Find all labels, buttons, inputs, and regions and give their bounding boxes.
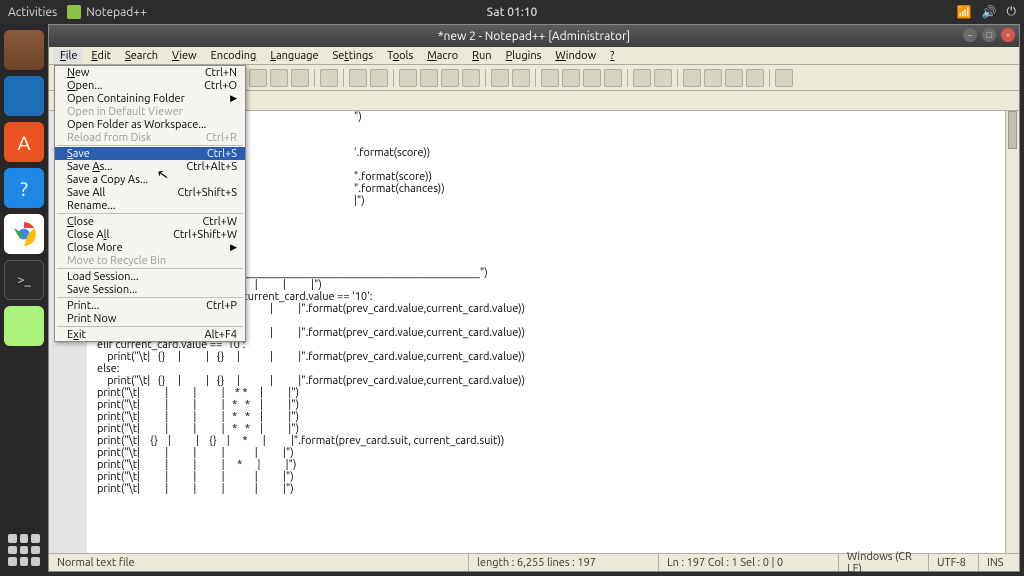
desktop-top-panel: Activities Notepad++ Sat 01:10 📶 🔊 ⏻ — [0, 0, 1024, 24]
menu-encoding[interactable]: Encoding — [205, 49, 263, 63]
status-pos: Ln : 197 Col : 1 Sel : 0 | 0 — [659, 554, 839, 571]
launcher-software[interactable]: A — [4, 122, 44, 162]
menu-edit[interactable]: Edit — [85, 49, 117, 63]
toolbar-btn[interactable] — [491, 69, 509, 87]
file-menu-item: Reload from DiskCtrl+R — [55, 131, 245, 144]
toolbar-btn[interactable] — [249, 69, 267, 87]
toolbar-btn[interactable] — [633, 69, 651, 87]
toolbar-sep — [393, 69, 394, 87]
file-menu-item[interactable]: CloseCtrl+W — [55, 215, 245, 228]
close-button[interactable]: × — [1001, 28, 1015, 42]
file-menu-dropdown: NewCtrl+NOpen...Ctrl+OOpen Containing Fo… — [54, 65, 246, 342]
status-encoding[interactable]: UTF-8 — [929, 554, 979, 571]
status-eol[interactable]: Windows (CR LF) — [839, 554, 929, 571]
menu-language[interactable]: Language — [264, 49, 324, 63]
toolbar-sep — [677, 69, 678, 87]
window-title: *new 2 - Notepad++ [Administrator] — [438, 30, 630, 43]
file-menu-item[interactable]: Rename... — [55, 199, 245, 212]
menubar: File Edit Search View Encoding Language … — [49, 47, 1019, 65]
toolbar-btn[interactable] — [512, 69, 530, 87]
toolbar-btn[interactable] — [420, 69, 438, 87]
status-length: length : 6,255 lines : 197 — [469, 554, 659, 571]
file-menu-item[interactable]: Save a Copy As... — [55, 173, 245, 186]
file-menu-item[interactable]: Save Session... — [55, 283, 245, 296]
titlebar[interactable]: *new 2 - Notepad++ [Administrator] − □ × — [49, 25, 1019, 47]
file-menu-item[interactable]: Save As...Ctrl+Alt+S — [55, 160, 245, 173]
toolbar-btn[interactable] — [583, 69, 601, 87]
file-menu-item[interactable]: NewCtrl+N — [55, 66, 245, 79]
toolbar-btn[interactable] — [370, 69, 388, 87]
statusbar: Normal text file length : 6,255 lines : … — [49, 553, 1019, 571]
minimize-button[interactable]: − — [963, 28, 977, 42]
launcher-chrome[interactable] — [4, 214, 44, 254]
toolbar-btn[interactable] — [746, 69, 764, 87]
menu-search[interactable]: Search — [119, 49, 164, 63]
file-menu-item[interactable]: Save AllCtrl+Shift+S — [55, 186, 245, 199]
maximize-button[interactable]: □ — [982, 28, 996, 42]
launcher-show-apps[interactable] — [8, 534, 40, 566]
toolbar-btn[interactable] — [320, 69, 338, 87]
file-menu-item[interactable]: ExitAlt+F4 — [55, 328, 245, 341]
file-menu-item[interactable]: Print...Ctrl+P — [55, 299, 245, 312]
menu-run[interactable]: Run — [466, 49, 497, 63]
file-menu-item[interactable]: Close AllCtrl+Shift+W — [55, 228, 245, 241]
activities-button[interactable]: Activities — [8, 6, 57, 19]
launcher-dock: A ? >_ — [0, 24, 48, 576]
network-icon[interactable]: 📶 — [957, 5, 972, 19]
toolbar-sep — [627, 69, 628, 87]
scrollbar-thumb[interactable] — [1008, 111, 1017, 149]
toolbar-btn[interactable] — [683, 69, 701, 87]
toolbar-btn[interactable] — [541, 69, 559, 87]
menu-file[interactable]: File — [54, 49, 83, 63]
launcher-help[interactable]: ? — [4, 168, 44, 208]
toolbar-btn[interactable] — [399, 69, 417, 87]
toolbar-sep — [343, 69, 344, 87]
toolbar-btn[interactable] — [349, 69, 367, 87]
menu-help[interactable]: ? — [604, 49, 620, 63]
toolbar-sep — [769, 69, 770, 87]
toolbar-sep — [535, 69, 536, 87]
toolbar-btn[interactable] — [441, 69, 459, 87]
notepadpp-window: *new 2 - Notepad++ [Administrator] − □ ×… — [48, 24, 1020, 572]
notepadpp-icon — [67, 5, 81, 19]
file-menu-item[interactable]: Close More▶ — [55, 241, 245, 254]
file-menu-item[interactable]: Open Containing Folder▶ — [55, 92, 245, 105]
toolbar-btn[interactable] — [291, 69, 309, 87]
file-menu-item: Move to Recycle Bin — [55, 254, 245, 267]
toolbar-btn[interactable] — [775, 69, 793, 87]
file-menu-item[interactable]: Load Session... — [55, 270, 245, 283]
toolbar-btn[interactable] — [462, 69, 480, 87]
menu-plugins[interactable]: Plugins — [500, 49, 548, 63]
file-menu-item[interactable]: Print Now — [55, 312, 245, 325]
power-icon[interactable]: ⏻ — [1007, 5, 1017, 19]
toolbar-btn[interactable] — [654, 69, 672, 87]
launcher-notepadpp[interactable] — [4, 306, 44, 346]
toolbar-sep — [485, 69, 486, 87]
clock[interactable]: Sat 01:10 — [487, 6, 538, 19]
toolbar-btn[interactable] — [562, 69, 580, 87]
menu-window[interactable]: Window — [549, 49, 602, 63]
file-menu-item: Open in Default Viewer — [55, 105, 245, 118]
launcher-libreoffice[interactable] — [4, 76, 44, 116]
chrome-icon — [11, 221, 37, 247]
toolbar-btn[interactable] — [704, 69, 722, 87]
file-menu-item[interactable]: Open...Ctrl+O — [55, 79, 245, 92]
toolbar-sep — [314, 69, 315, 87]
menu-macro[interactable]: Macro — [421, 49, 464, 63]
menu-view[interactable]: View — [166, 49, 203, 63]
launcher-files[interactable] — [4, 30, 44, 70]
launcher-terminal[interactable]: >_ — [4, 260, 44, 300]
menu-tools[interactable]: Tools — [381, 49, 419, 63]
toolbar-btn[interactable] — [270, 69, 288, 87]
toolbar-btn[interactable] — [725, 69, 743, 87]
file-menu-item[interactable]: SaveCtrl+S — [55, 147, 245, 160]
status-filetype: Normal text file — [49, 554, 469, 571]
toolbar-btn[interactable] — [604, 69, 622, 87]
volume-icon[interactable]: 🔊 — [982, 5, 997, 19]
vertical-scrollbar[interactable] — [1005, 111, 1019, 553]
menu-settings[interactable]: Settings — [327, 49, 380, 63]
status-mode[interactable]: INS — [979, 554, 1011, 571]
file-menu-item[interactable]: Open Folder as Workspace... — [55, 118, 245, 131]
app-indicator[interactable]: Notepad++ — [67, 5, 147, 19]
